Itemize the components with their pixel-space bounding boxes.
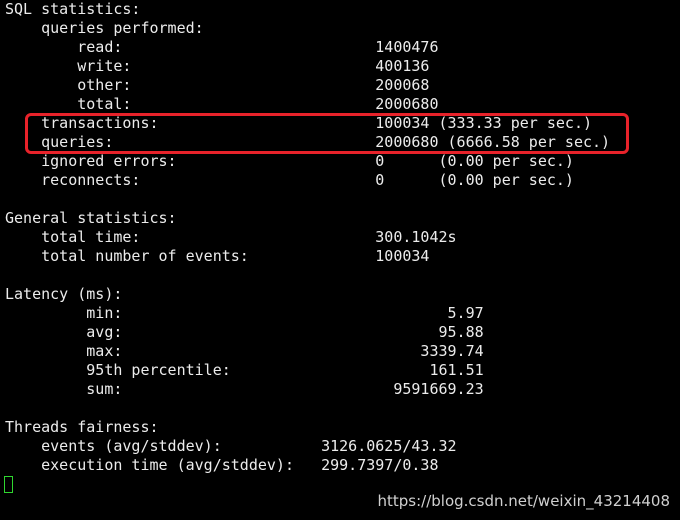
stats-header-latency: Latency (ms): (5, 285, 123, 303)
total-events-row: total number of events: 100034 (5, 247, 430, 265)
terminal-window[interactable]: SQL statistics: queries performed: read:… (0, 0, 680, 520)
watermark-text: https://blog.csdn.net/weixin_43214408 (377, 492, 670, 510)
read-row: read: 1400476 (5, 38, 439, 56)
ignored-errors-row: ignored errors: 0 (0.00 per sec.) (5, 152, 574, 170)
stats-header-general: General statistics: (5, 209, 177, 227)
total-row: total: 2000680 (5, 95, 439, 113)
latency-p95-row: 95th percentile: 161.51 (5, 361, 484, 379)
latency-avg-row: avg: 95.88 (5, 323, 484, 341)
latency-max-row: max: 3339.74 (5, 342, 484, 360)
latency-sum-row: sum: 9591669.23 (5, 380, 484, 398)
latency-min-row: min: 5.97 (5, 304, 484, 322)
other-row: other: 200068 (5, 76, 430, 94)
events-avg-stddev-row: events (avg/stddev): 3126.0625/43.32 (5, 437, 457, 455)
stats-header-threads: Threads fairness: (5, 418, 159, 436)
red-highlight-annotation (25, 113, 629, 154)
total-time-row: total time: 300.1042s (5, 228, 457, 246)
write-row: write: 400136 (5, 57, 430, 75)
queries-performed-label: queries performed: (5, 19, 204, 37)
reconnects-row: reconnects: 0 (0.00 per sec.) (5, 171, 574, 189)
exec-time-avg-stddev-row: execution time (avg/stddev): 299.7397/0.… (5, 456, 439, 474)
terminal-cursor (4, 476, 13, 493)
stats-header-sql: SQL statistics: (5, 0, 141, 18)
